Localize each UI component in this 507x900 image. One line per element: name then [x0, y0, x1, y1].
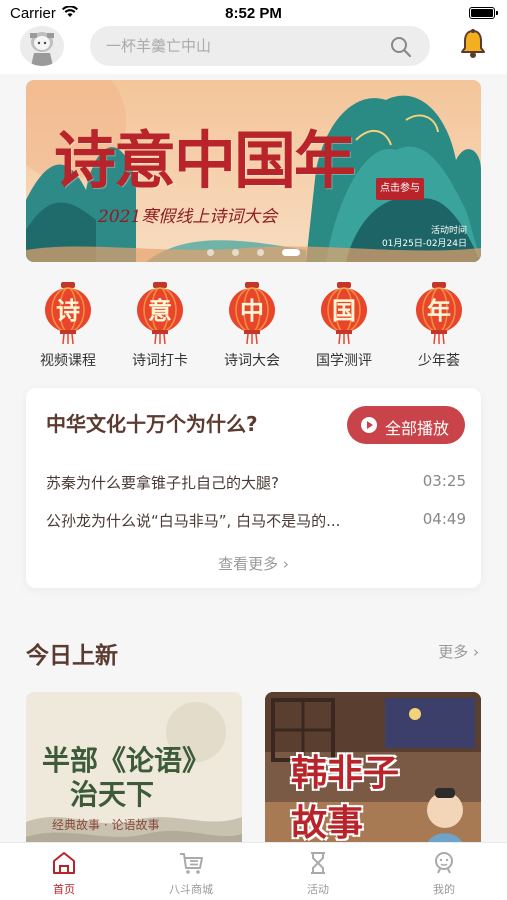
battery-icon — [469, 7, 498, 19]
profile-icon — [435, 852, 453, 874]
episode-title: 苏秦为什么要拿锥子扎自己的大腿? — [46, 474, 279, 492]
episode-title: 公孙龙为什么说“白马非马”, 白马不是马的... — [46, 512, 341, 530]
lantern-glyph: 诗 — [56, 296, 80, 325]
carousel-dot[interactable] — [232, 249, 239, 256]
episode-duration: 03:25 — [422, 472, 466, 490]
play-icon — [361, 417, 377, 433]
new-item-card[interactable]: 半部《论语》 治天下 经典故事 · 论语故事 — [26, 692, 242, 852]
carousel-dot[interactable] — [257, 249, 264, 256]
tab-activity[interactable]: 活动 — [268, 849, 368, 897]
view-more-link[interactable]: 查看更多 › — [26, 553, 481, 574]
avatar[interactable] — [20, 26, 64, 66]
tab-label: 首页 — [53, 883, 75, 896]
category-label: 诗词打卡 — [132, 353, 188, 369]
episode-duration: 04:49 — [422, 510, 466, 528]
lantern-glyph: 意 — [148, 296, 172, 325]
tab-profile[interactable]: 我的 — [394, 849, 494, 897]
lantern-glyph: 中 — [240, 296, 264, 325]
banner-subtitle: 2021寒假线上诗词大会 — [98, 207, 278, 227]
bell-icon[interactable] — [459, 28, 487, 60]
carousel-indicator — [26, 242, 481, 261]
avatar-figure-icon — [20, 26, 64, 66]
card-title: 中华文化十万个为什么? — [46, 412, 258, 436]
search-input[interactable] — [106, 26, 386, 66]
search-bar[interactable] — [90, 26, 430, 66]
lantern-icon: 意 — [137, 282, 183, 345]
category-poem-contest[interactable]: 中 诗词大会 — [212, 282, 292, 370]
episode-row[interactable]: 苏秦为什么要拿锥子扎自己的大腿? 03:25 — [46, 472, 466, 496]
tab-label: 我的 — [433, 883, 455, 896]
culture-questions-card: 中华文化十万个为什么? 全部播放 苏秦为什么要拿锥子扎自己的大腿? 03:25 … — [26, 388, 481, 588]
tab-shop[interactable]: 八斗商城 — [141, 849, 241, 897]
banner-seal[interactable]: 点击参与 — [376, 178, 424, 200]
home-icon — [53, 852, 75, 874]
episode-row[interactable]: 公孙龙为什么说“白马非马”, 白马不是马的... 04:49 — [46, 510, 466, 534]
category-label: 诗词大会 — [224, 353, 280, 369]
lantern-icon: 年 — [416, 282, 462, 345]
tab-label: 八斗商城 — [169, 883, 213, 896]
play-all-label: 全部播放 — [385, 419, 450, 438]
search-icon[interactable] — [390, 36, 412, 58]
category-label: 视频课程 — [40, 353, 96, 369]
tab-label: 活动 — [307, 883, 329, 896]
category-poem-checkin[interactable]: 意 诗词打卡 — [120, 282, 200, 370]
carousel-dot-active[interactable] — [282, 249, 300, 256]
category-video-courses[interactable]: 诗 视频课程 — [28, 282, 108, 370]
category-sinology-test[interactable]: 国 国学测评 — [304, 282, 384, 370]
top-bar — [0, 26, 507, 74]
category-youth-club[interactable]: 年 少年荟 — [399, 282, 479, 370]
lantern-glyph: 年 — [427, 296, 451, 325]
cart-icon — [180, 853, 203, 874]
bottom-tab-bar: 首页 八斗商城 活动 我的 — [0, 842, 507, 900]
carousel-dot[interactable] — [207, 249, 214, 256]
category-label: 国学测评 — [316, 353, 372, 369]
card-title: 韩非子 故事 — [291, 752, 400, 844]
section-title-new: 今日上新 — [26, 643, 118, 669]
lantern-icon: 诗 — [45, 282, 91, 345]
lantern-glyph: 国 — [332, 296, 356, 325]
category-row: 诗 视频课程 意 诗词打卡 中 诗词大会 国 国学测评 年 少年荟 — [0, 282, 507, 372]
clock: 8:52 PM — [225, 5, 282, 22]
play-all-button[interactable]: 全部播放 — [347, 406, 465, 444]
category-label: 少年荟 — [418, 353, 460, 369]
banner-date-label: 活动时间 — [430, 226, 467, 236]
lantern-icon: 中 — [229, 282, 275, 345]
banner-title: 诗意中国年 — [54, 124, 356, 197]
new-item-card[interactable]: 韩非子 故事 — [265, 692, 481, 852]
lantern-icon: 国 — [321, 282, 367, 345]
more-link[interactable]: 更多 › — [438, 641, 479, 662]
promo-banner[interactable]: 诗意中国年 2021寒假线上诗词大会 点击参与 活动时间 01月25日-02月2… — [26, 80, 481, 262]
card-subtitle: 经典故事 · 论语故事 — [52, 818, 160, 832]
tab-home[interactable]: 首页 — [14, 849, 114, 897]
status-bar: Carrier 8:52 PM — [0, 0, 507, 26]
hourglass-icon — [311, 852, 325, 874]
card-title: 半部《论语》 治天下 — [42, 744, 211, 811]
